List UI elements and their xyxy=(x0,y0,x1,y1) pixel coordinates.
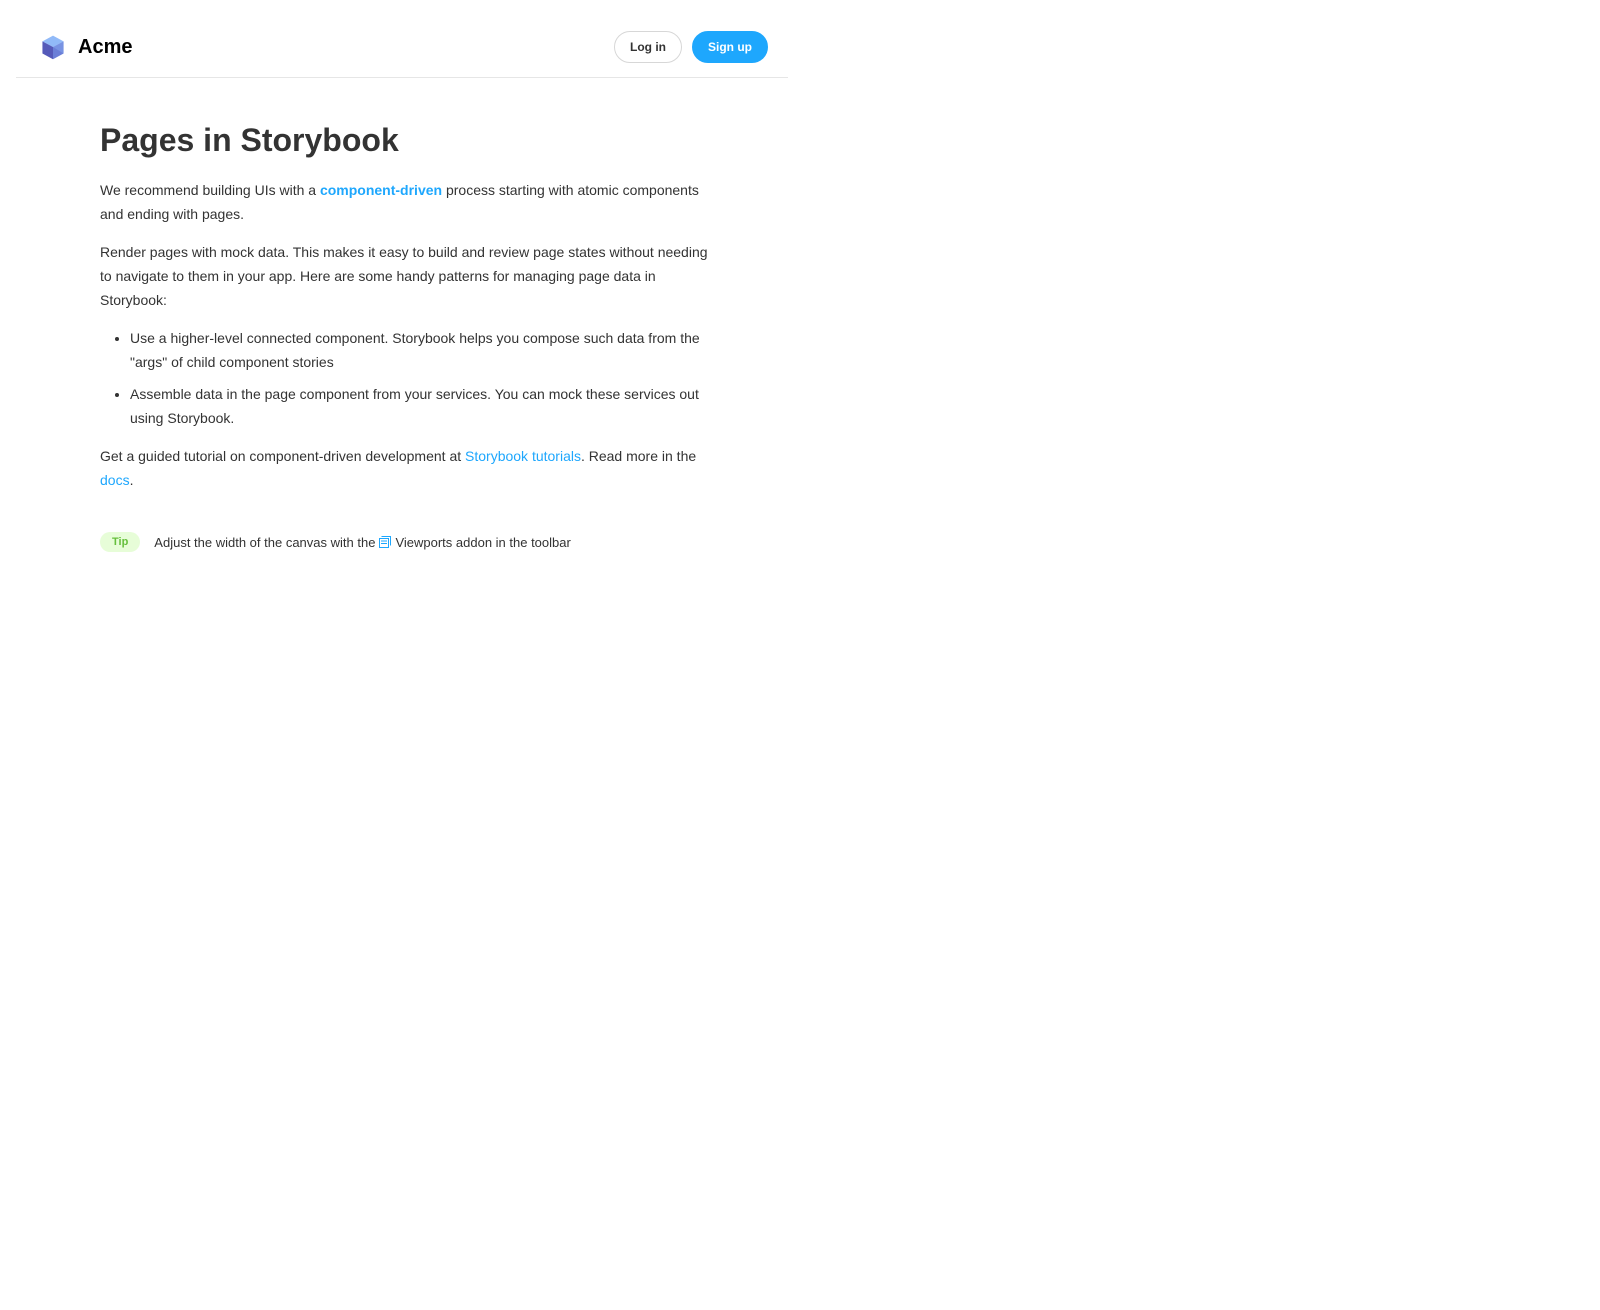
tip-text-before: Adjust the width of the canvas with the xyxy=(154,534,376,550)
tip-badge: Tip xyxy=(100,532,141,552)
signup-button[interactable]: Sign up xyxy=(692,31,768,63)
site-header: Acme Log in Sign up xyxy=(16,0,788,78)
tutorial-text-before: Get a guided tutorial on component-drive… xyxy=(100,448,466,464)
viewport-icon xyxy=(379,536,392,548)
tutorial-text-middle: . Read more in the xyxy=(580,448,697,464)
patterns-list: Use a higher-level connected component. … xyxy=(100,326,710,430)
component-driven-link[interactable]: component-driven xyxy=(320,182,442,198)
page-title: Pages in Storybook xyxy=(100,122,399,158)
list-item: Assemble data in the page component from… xyxy=(130,382,710,430)
intro-paragraph: We recommend building UIs with a compone… xyxy=(100,178,710,226)
tip-text-after: Viewports addon in the toolbar xyxy=(395,534,571,550)
brand-name: Acme xyxy=(78,36,133,58)
tutorial-paragraph: Get a guided tutorial on component-drive… xyxy=(100,444,710,492)
intro-text-before: We recommend building UIs with a xyxy=(100,182,320,198)
tutorial-text-after: . xyxy=(129,472,134,488)
acme-cube-logo-icon xyxy=(42,35,64,60)
docs-link[interactable]: docs xyxy=(100,472,130,488)
login-button[interactable]: Log in xyxy=(614,31,682,63)
mock-data-paragraph: Render pages with mock data. This makes … xyxy=(100,244,708,308)
tip-wrapper: Tip Adjust the width of the canvas with … xyxy=(100,532,571,552)
article-content: Pages in Storybook We recommend building… xyxy=(100,120,710,506)
storybook-tutorials-link[interactable]: Storybook tutorials xyxy=(465,448,581,464)
list-item: Use a higher-level connected component. … xyxy=(130,326,710,374)
brand-logo-group[interactable]: Acme xyxy=(40,34,132,60)
